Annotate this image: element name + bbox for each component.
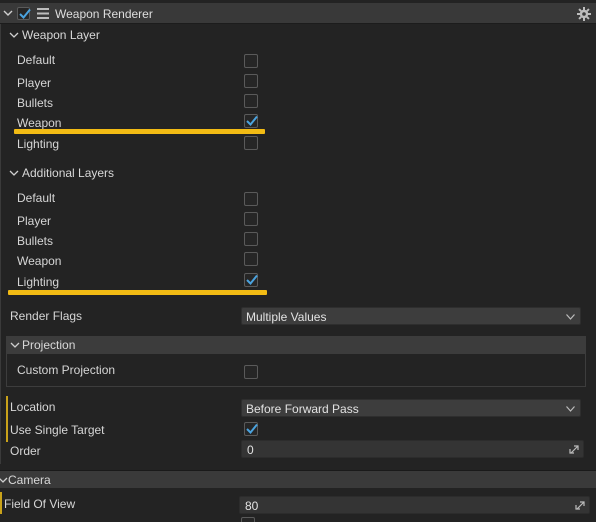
chevron-down-icon[interactable] <box>3 8 13 18</box>
additional-layers-lighting-label: Lighting <box>17 275 60 289</box>
gear-icon[interactable] <box>577 7 591 21</box>
additional-layers-bullets-checkbox[interactable] <box>244 232 258 246</box>
weapon-highlight-underline <box>14 129 265 134</box>
location-dropdown[interactable]: Before Forward Pass <box>241 399 581 417</box>
weapon-layer-bullets-checkbox[interactable] <box>244 94 258 108</box>
component-header: Weapon Renderer <box>0 3 596 24</box>
field-of-view-value: 80 <box>245 499 259 513</box>
expand-arrows-icon[interactable] <box>569 444 579 454</box>
use-single-target-checkbox[interactable] <box>244 422 258 436</box>
component-enabled-checkbox[interactable] <box>17 7 31 20</box>
chevron-down-icon <box>10 342 20 348</box>
weapon-layer-player-checkbox[interactable] <box>244 74 258 88</box>
custom-projection-checkbox[interactable] <box>244 365 258 379</box>
chevron-down-icon[interactable] <box>9 31 19 39</box>
checkmark-icon <box>246 115 258 126</box>
additional-layers-bullets-label: Bullets <box>17 234 54 248</box>
chevron-down-icon <box>0 477 8 483</box>
weapon-layer-lighting-label: Lighting <box>17 137 60 151</box>
additional-layers-player-label: Player <box>17 214 52 228</box>
checkmark-icon <box>19 8 31 19</box>
order-value: 0 <box>247 443 254 457</box>
additional-layers-weapon-label: Weapon <box>17 254 62 268</box>
weapon-layer-bullets-label: Bullets <box>17 96 54 110</box>
weapon-layer-default-checkbox[interactable] <box>244 54 258 68</box>
additional-layers-title[interactable]: Additional Layers <box>22 166 114 180</box>
projection-header[interactable]: Projection <box>6 336 586 354</box>
override-marker <box>0 492 2 514</box>
chevron-down-icon <box>566 406 575 412</box>
checkmark-icon <box>246 274 258 285</box>
camera-title: Camera <box>8 473 51 487</box>
override-marker <box>6 420 8 442</box>
weapon-layer-lighting-checkbox[interactable] <box>244 136 258 150</box>
weapon-layer-default-label: Default <box>17 53 56 67</box>
weapon-layer-player-label: Player <box>17 76 52 90</box>
render-flags-value: Multiple Values <box>246 310 327 324</box>
chevron-down-icon <box>566 314 575 320</box>
chevron-down-icon[interactable] <box>9 169 19 177</box>
additional-layers-weapon-checkbox[interactable] <box>244 252 258 266</box>
field-of-view-label: Field Of View <box>4 497 76 511</box>
expand-arrows-icon[interactable] <box>575 500 585 510</box>
camera-header[interactable]: Camera <box>0 470 596 488</box>
render-flags-dropdown[interactable]: Multiple Values <box>241 307 581 325</box>
location-value: Before Forward Pass <box>246 402 359 416</box>
component-body <box>0 24 596 464</box>
additional-layers-default-checkbox[interactable] <box>244 192 258 206</box>
field-of-view-input[interactable]: 80 <box>239 496 590 514</box>
additional-layers-lighting-checkbox[interactable] <box>244 273 258 287</box>
next-row-checkbox[interactable] <box>241 517 255 522</box>
hamburger-menu-icon[interactable] <box>37 8 49 19</box>
weapon-layer-weapon-checkbox[interactable] <box>244 114 258 128</box>
override-marker <box>6 396 8 420</box>
render-flags-label: Render Flags <box>10 309 83 323</box>
order-input[interactable]: 0 <box>241 440 584 458</box>
projection-title: Projection <box>22 338 76 352</box>
location-label: Location <box>10 400 56 414</box>
lighting-highlight-underline <box>8 290 267 295</box>
use-single-target-label: Use Single Target <box>10 423 105 437</box>
additional-layers-player-checkbox[interactable] <box>244 212 258 226</box>
additional-layers-default-label: Default <box>17 191 56 205</box>
weapon-layer-title[interactable]: Weapon Layer <box>22 28 100 42</box>
order-label: Order <box>10 444 41 458</box>
checkmark-icon <box>246 423 258 434</box>
component-title: Weapon Renderer <box>55 7 153 21</box>
custom-projection-label: Custom Projection <box>17 363 116 377</box>
weapon-layer-weapon-label: Weapon <box>17 116 62 130</box>
